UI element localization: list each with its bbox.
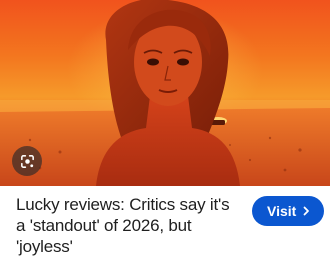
thumbnail-image[interactable] xyxy=(0,0,330,186)
google-lens-button[interactable] xyxy=(12,146,42,176)
portrait-illustration xyxy=(0,0,330,186)
chevron-right-icon xyxy=(303,206,310,216)
visit-button[interactable]: Visit xyxy=(252,196,325,226)
result-card[interactable]: Lucky reviews: Critics say it's a 'stand… xyxy=(0,0,330,256)
visit-label: Visit xyxy=(267,203,297,219)
google-lens-icon xyxy=(20,154,34,168)
article-title[interactable]: Lucky reviews: Critics say it's a 'stand… xyxy=(16,194,241,257)
